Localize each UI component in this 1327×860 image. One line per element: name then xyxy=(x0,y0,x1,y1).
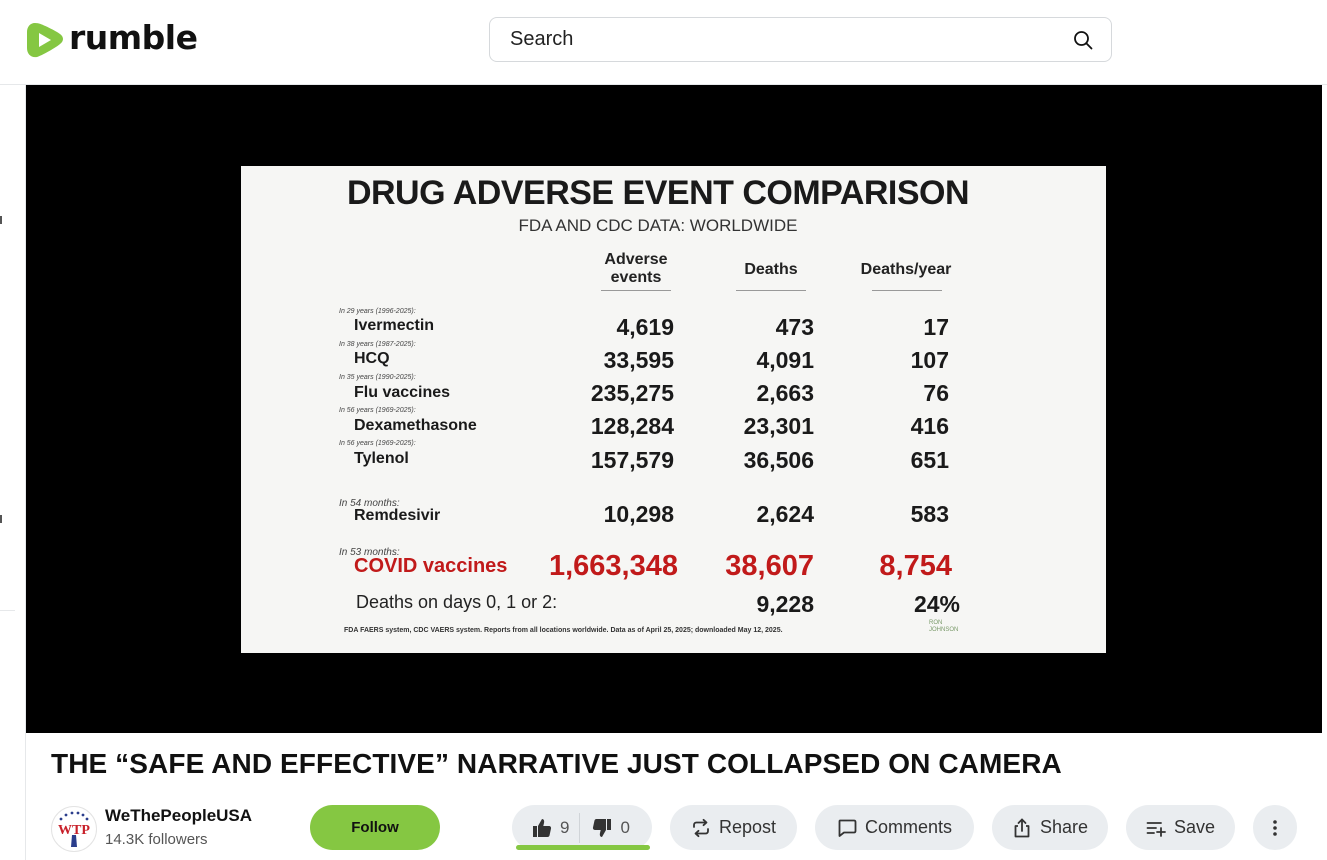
top-header: rumble xyxy=(0,0,1327,85)
row-drug: HCQ xyxy=(354,350,390,367)
row-note: In 29 years (1996-2025): xyxy=(339,308,416,315)
share-icon xyxy=(1014,818,1030,837)
row-deaths-year: 17 xyxy=(923,314,949,340)
rumble-play-icon xyxy=(27,23,63,58)
more-options-button[interactable] xyxy=(1253,805,1297,850)
repost-icon xyxy=(693,818,709,837)
channel-name[interactable]: WeThePeopleUSA xyxy=(105,806,252,826)
channel-followers: 14.3K followers xyxy=(105,831,208,848)
repost-button[interactable]: Repost xyxy=(670,805,797,850)
row-deaths-year: 651 xyxy=(910,447,949,473)
row-deaths-year: 76 xyxy=(923,380,949,406)
slide-title: DRUG ADVERSE EVENT COMPARISON xyxy=(346,174,970,212)
slide-stamp: RON JOHNSON xyxy=(929,620,959,633)
like-ratio-bar xyxy=(516,845,650,850)
like-count: 9 xyxy=(560,817,570,837)
row-deaths: 4,091 xyxy=(756,347,814,373)
save-label: Save xyxy=(1173,817,1216,837)
column-header-deaths-year: Deaths/year xyxy=(860,261,952,278)
row-deaths: 36,506 xyxy=(743,447,814,473)
column-header-deaths: Deaths xyxy=(744,261,798,278)
logo-wordmark: rumble xyxy=(69,17,198,57)
row-deaths: 473 xyxy=(775,314,814,340)
left-rail-marker xyxy=(0,515,2,523)
row-note: In 35 years (1990-2025): xyxy=(339,374,416,381)
row-adverse: 128,284 xyxy=(590,413,674,439)
deaths-days-label: Deaths on days 0, 1 or 2: xyxy=(356,592,558,612)
search-input[interactable] xyxy=(510,18,1050,61)
deaths-days-pct: 24% xyxy=(913,591,960,617)
row-note: In 56 years (1969-2025): xyxy=(339,407,416,414)
row-adverse: 4,619 xyxy=(616,314,674,340)
vote-group: 9 0 xyxy=(512,805,652,850)
row-adverse-highlight: 1,663,348 xyxy=(548,550,678,582)
row-note: In 38 years (1987-2025): xyxy=(339,341,416,348)
comments-label: Comments xyxy=(864,817,953,837)
save-button[interactable]: Save xyxy=(1126,805,1235,850)
row-deaths: 2,624 xyxy=(756,501,814,527)
row-deaths: 2,663 xyxy=(756,380,814,406)
column-underline xyxy=(601,290,671,291)
column-header-adverse: Adverse events xyxy=(604,251,668,286)
playlist-add-icon xyxy=(1146,821,1166,837)
row-adverse: 235,275 xyxy=(590,380,674,406)
left-rail-divider xyxy=(0,610,15,611)
share-button[interactable]: Share xyxy=(992,805,1108,850)
slide-source: FDA FAERS system, CDC VAERS system. Repo… xyxy=(344,627,783,634)
channel-avatar[interactable]: WTP xyxy=(51,806,97,852)
row-drug: Tylenol xyxy=(354,450,409,467)
search-box[interactable] xyxy=(489,17,1112,62)
row-drug: Dexamethasone xyxy=(354,417,477,434)
row-deaths-year: 416 xyxy=(910,413,949,439)
row-deaths-year: 583 xyxy=(910,501,949,527)
thumbs-up-icon xyxy=(533,818,552,837)
row-adverse: 157,579 xyxy=(590,447,674,473)
channel-avatar-image: WTP xyxy=(58,811,90,847)
dislike-button[interactable]: 0 xyxy=(580,805,639,850)
video-title: THE “SAFE AND EFFECTIVE” NARRATIVE JUST … xyxy=(51,748,1062,779)
row-drug: Remdesivir xyxy=(354,507,441,524)
row-adverse: 10,298 xyxy=(603,501,674,527)
column-underline xyxy=(872,290,942,291)
row-deaths-highlight: 38,607 xyxy=(725,550,814,582)
slide-subtitle: FDA AND CDC DATA: WORLDWIDE xyxy=(518,216,798,235)
row-note: In 56 years (1969-2025): xyxy=(339,440,416,447)
deaths-days-value: 9,228 xyxy=(756,591,814,617)
repost-label: Repost xyxy=(718,817,777,837)
follow-button[interactable]: Follow xyxy=(310,805,440,850)
row-deaths-year-highlight: 8,754 xyxy=(879,550,952,582)
like-button[interactable]: 9 xyxy=(512,805,579,850)
share-label: Share xyxy=(1039,817,1089,837)
row-deaths: 23,301 xyxy=(743,413,814,439)
video-frame-slide: DRUG ADVERSE EVENT COMPARISON FDA AND CD… xyxy=(241,166,1106,653)
search-icon[interactable] xyxy=(1073,30,1093,50)
column-underline xyxy=(736,290,806,291)
more-vertical-icon xyxy=(1273,819,1277,836)
row-drug: Flu vaccines xyxy=(354,384,451,401)
video-player[interactable]: DRUG ADVERSE EVENT COMPARISON FDA AND CD… xyxy=(26,85,1322,733)
row-drug-highlight: COVID vaccines xyxy=(354,555,508,577)
comments-button[interactable]: Comments xyxy=(815,805,974,850)
row-deaths-year: 107 xyxy=(910,347,949,373)
left-rail-marker xyxy=(0,216,2,224)
comment-icon xyxy=(838,819,857,837)
thumbs-down-icon xyxy=(593,818,612,837)
row-adverse: 33,595 xyxy=(603,347,674,373)
dislike-count: 0 xyxy=(620,817,630,837)
row-drug: Ivermectin xyxy=(354,317,435,334)
rumble-logo[interactable]: rumble xyxy=(26,17,198,60)
